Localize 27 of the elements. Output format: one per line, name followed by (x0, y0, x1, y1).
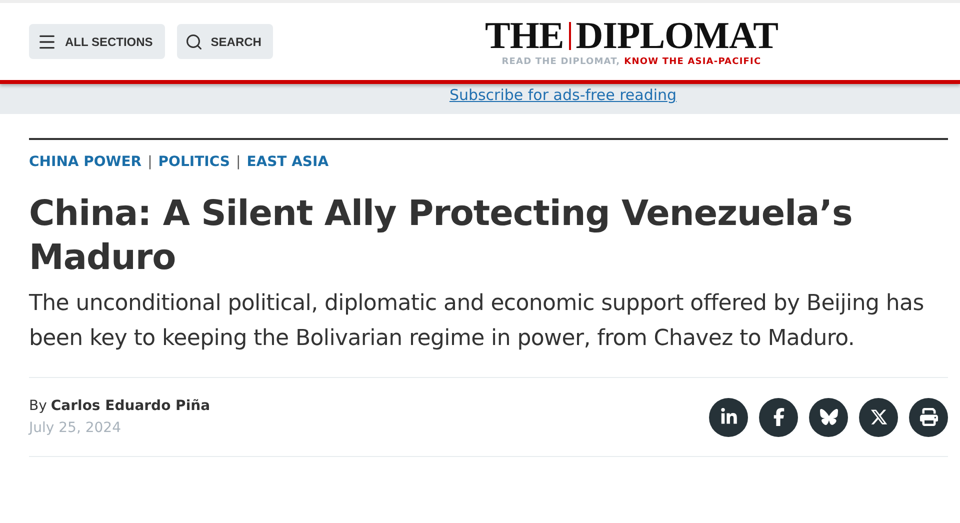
category-link[interactable]: CHINA POWER (29, 154, 142, 170)
tagline-accent: KNOW THE ASIA-PACIFIC (624, 57, 762, 67)
category-separator: | (236, 154, 241, 170)
bluesky-share-button[interactable] (809, 398, 848, 436)
article-subtitle: The unconditional political, diplomatic and economic support offered by Beijing has been key to keeping the Bolivarian regime in power, from Chavez to Maduro. (29, 290, 925, 353)
search-button[interactable]: SEARCH (176, 24, 274, 59)
logo-text[interactable]: THE (485, 17, 564, 55)
printer-icon (920, 408, 938, 426)
x-icon (870, 408, 888, 426)
x-share-button[interactable] (859, 398, 898, 436)
author-link[interactable]: Carlos Eduardo Piña (50, 398, 210, 414)
all-sections-button[interactable]: ALL SECTIONS (29, 24, 165, 59)
byline-prefix: By (29, 398, 47, 414)
linkedin-icon (720, 408, 738, 426)
butterfly-icon (820, 408, 838, 426)
category-link[interactable]: POLITICS (158, 154, 230, 170)
linkedin-share-button[interactable] (709, 398, 748, 436)
publish-date: July 25, 2024 (29, 420, 122, 436)
search-icon (184, 32, 203, 50)
subscribe-link[interactable]: Subscribe for ads-free reading (449, 84, 677, 114)
facebook-share-button[interactable] (759, 398, 798, 436)
print-button[interactable] (909, 398, 948, 436)
category-separator: | (148, 154, 152, 170)
logo-text[interactable]: DIPLOMAT (576, 17, 778, 55)
tagline: READ THE DIPLOMAT, (502, 57, 620, 67)
article-title: China: A Silent Ally Protecting Venezuela’s Maduro (29, 193, 854, 280)
category-link[interactable]: EAST ASIA (246, 154, 329, 170)
